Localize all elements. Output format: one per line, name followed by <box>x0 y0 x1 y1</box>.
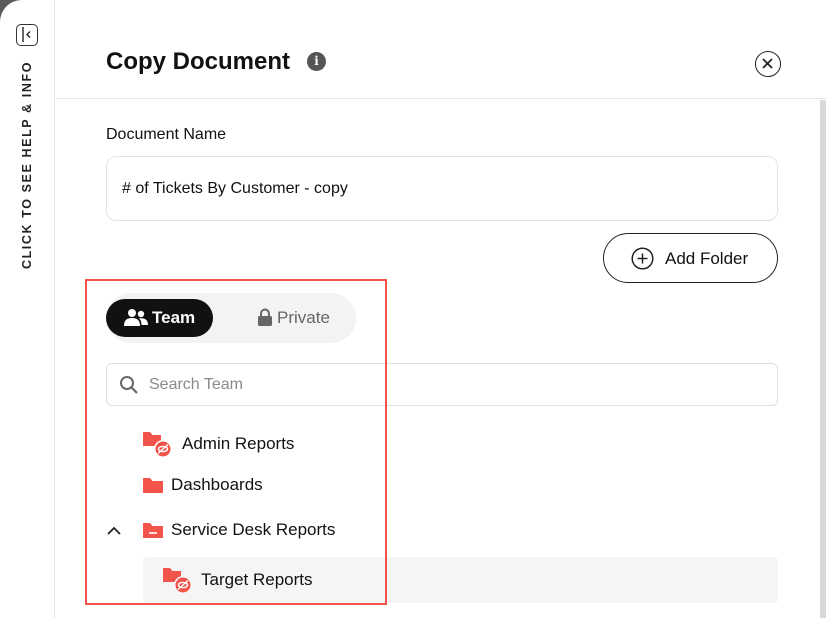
sidebar-corner <box>0 0 22 22</box>
scrollbar[interactable] <box>820 100 826 618</box>
folder-item-service-desk-reports[interactable]: Service Desk Reports <box>106 515 426 545</box>
tab-team-label: Team <box>152 308 196 327</box>
folder-label: Admin Reports <box>182 434 295 453</box>
info-icon[interactable]: i <box>307 52 326 71</box>
modal-title: Copy Document <box>106 48 291 75</box>
folder-open-icon <box>143 523 163 538</box>
close-icon[interactable] <box>755 51 781 77</box>
search-input[interactable] <box>149 364 749 405</box>
folder-item-admin-reports[interactable]: Admin Reports <box>142 429 442 459</box>
document-name-input[interactable] <box>106 156 778 221</box>
folder-label: Service Desk Reports <box>171 520 336 539</box>
help-sidebar: CLICK TO SEE HELP & INFO <box>0 0 55 618</box>
folder-hidden-icon <box>163 568 192 594</box>
folder-item-target-reports[interactable]: Target Reports <box>143 557 778 603</box>
chevron-up-icon[interactable] <box>106 524 122 536</box>
add-folder-label: Add Folder <box>665 249 749 268</box>
folder-icon <box>143 478 163 493</box>
folder-label: Target Reports <box>201 570 313 589</box>
folder-label: Dashboards <box>171 475 263 494</box>
tab-private[interactable]: Private <box>246 299 346 337</box>
collapse-sidebar-icon[interactable] <box>16 24 38 46</box>
lock-icon <box>258 308 272 326</box>
search-box <box>106 363 778 406</box>
modal-header: Copy Document i <box>56 0 827 99</box>
plus-circle-icon <box>631 247 654 270</box>
search-icon <box>120 376 138 394</box>
folder-hidden-icon <box>143 432 172 458</box>
add-folder-button[interactable]: Add Folder <box>603 233 778 283</box>
help-info-link[interactable]: CLICK TO SEE HELP & INFO <box>20 61 34 269</box>
folder-item-dashboards[interactable]: Dashboards <box>142 470 442 500</box>
tab-team[interactable]: Team <box>106 299 213 337</box>
tab-private-label: Private <box>277 308 330 327</box>
users-icon <box>124 309 148 326</box>
scope-toggle: Team Private <box>106 293 356 343</box>
copy-document-modal: Copy Document i Document Name Add Folder <box>56 0 827 618</box>
document-name-label: Document Name <box>106 126 227 143</box>
